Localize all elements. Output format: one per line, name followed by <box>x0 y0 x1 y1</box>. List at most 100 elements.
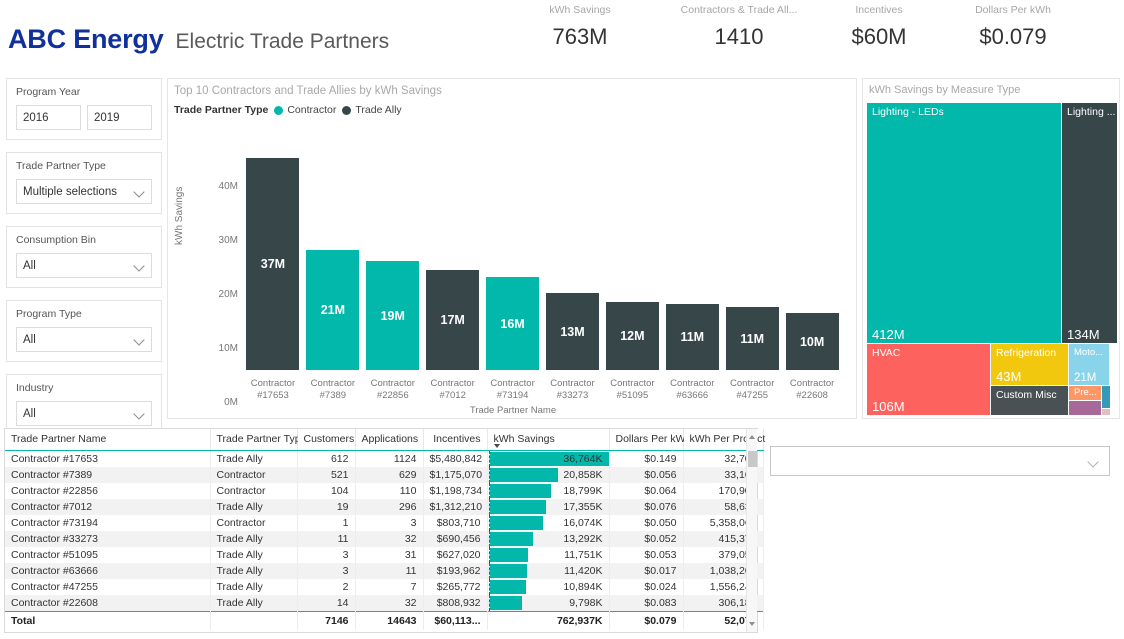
treemap-tile-other-a[interactable] <box>1069 401 1101 415</box>
treemap-tile-other-c[interactable] <box>1102 409 1110 415</box>
x-axis-title: Trade Partner Name <box>168 405 858 416</box>
table-row[interactable]: Contractor #17653 Trade Ally 612 1124 $5… <box>5 451 763 468</box>
y-tick-40m: 40M <box>188 181 238 192</box>
treemap-tile-label: HVAC <box>872 347 900 359</box>
treemap-title: kWh Savings by Measure Type <box>863 79 1119 96</box>
slicer-program-type[interactable]: Program Type All <box>6 300 162 362</box>
col-header-incentives[interactable]: Incentives <box>423 429 487 451</box>
legend-item-trade-ally[interactable]: Trade Ally <box>342 104 401 116</box>
industry-dropdown[interactable]: All <box>16 401 152 426</box>
program-year-from-input[interactable]: 2016 <box>16 105 81 130</box>
slicer-industry[interactable]: Industry All <box>6 374 162 436</box>
cell-name: Contractor #33273 <box>5 531 210 547</box>
scroll-down-arrow-icon[interactable] <box>749 622 755 626</box>
treemap-tile-value: 412M <box>872 327 905 342</box>
consumption-bin-dropdown[interactable]: All <box>16 253 152 278</box>
power-bi-report-page: ABC Energy Electric Trade Partners kWh S… <box>0 0 1124 639</box>
y-axis-title: kWh Savings <box>174 187 185 245</box>
col-header-applications[interactable]: Applications <box>355 429 423 451</box>
report-header: ABC Energy Electric Trade Partners kWh S… <box>0 0 1124 74</box>
table-row[interactable]: Contractor #73194 Contractor 1 3 $803,71… <box>5 515 763 531</box>
cell-dollars-per-kwh: $0.083 <box>609 595 683 612</box>
slicer-label: Program Year <box>16 86 152 98</box>
slicer-consumption-bin[interactable]: Consumption Bin All <box>6 226 162 288</box>
bar-item[interactable]: 11M <box>726 307 779 370</box>
slicer-trade-partner-type[interactable]: Trade Partner Type Multiple selections <box>6 152 162 214</box>
x-tick-label: Contractor#22608 <box>782 378 842 402</box>
x-tick-id: #22608 <box>796 390 828 401</box>
bar-item[interactable]: 17M <box>426 270 479 370</box>
cell-name: Contractor #47255 <box>5 579 210 595</box>
bar-item[interactable]: 19M <box>366 261 419 370</box>
cell-kwh-value: 36,764K <box>488 451 609 467</box>
bar-item[interactable]: 11M <box>666 304 719 370</box>
program-type-value: All <box>23 334 36 346</box>
y-tick-30m: 30M <box>188 235 238 246</box>
industry-value: All <box>23 408 36 420</box>
treemap-tile-process[interactable]: Pre... <box>1069 386 1101 400</box>
table-row[interactable]: Contractor #47255 Trade Ally 2 7 $265,77… <box>5 579 763 595</box>
kpi-card-incentives[interactable]: Incentives $60M <box>830 4 928 50</box>
cell-kwh-savings: 11,751K <box>487 547 609 563</box>
table-row[interactable]: Contractor #7389 Contractor 521 629 $1,1… <box>5 467 763 483</box>
treemap-tile-lighting-other[interactable]: Lighting ... 134M <box>1062 103 1117 343</box>
table-row[interactable]: Contractor #7012 Trade Ally 19 296 $1,31… <box>5 499 763 515</box>
table-row[interactable]: Contractor #22856 Contractor 104 110 $1,… <box>5 483 763 499</box>
bar-item[interactable]: 10M <box>786 313 839 370</box>
program-type-dropdown[interactable]: All <box>16 327 152 352</box>
col-header-kwh-savings[interactable]: kWh Savings <box>487 429 609 451</box>
cell-kwh-savings: 20,858K <box>487 467 609 483</box>
table-row[interactable]: Contractor #63666 Trade Ally 3 11 $193,9… <box>5 563 763 579</box>
scroll-up-arrow-icon[interactable] <box>749 435 755 439</box>
cell-type: Contractor <box>210 515 297 531</box>
bar-data-label: 17M <box>441 313 465 327</box>
col-header-customers[interactable]: Customers <box>297 429 355 451</box>
program-year-from-value: 2016 <box>23 112 49 124</box>
cell-applications: 3 <box>355 515 423 531</box>
bar-chart-legend[interactable]: Trade Partner Type Contractor Trade Ally <box>168 97 856 116</box>
y-tick-10m: 10M <box>188 343 238 354</box>
col-header-trade-partner-name[interactable]: Trade Partner Name <box>5 429 210 451</box>
cell-customers: 14 <box>297 595 355 612</box>
cell-type: Contractor <box>210 483 297 499</box>
table-row[interactable]: Contractor #51095 Trade Ally 3 31 $627,0… <box>5 547 763 563</box>
cell-name: Contractor #7389 <box>5 467 210 483</box>
cell-name: Contractor #7012 <box>5 499 210 515</box>
bar-item[interactable]: 21M <box>306 250 359 370</box>
treemap-tile-hvac[interactable]: HVAC 106M <box>867 344 990 415</box>
x-tick-id: #51095 <box>617 390 649 401</box>
cell-dollars-per-kwh: $0.053 <box>609 547 683 563</box>
table-row[interactable]: Contractor #33273 Trade Ally 11 32 $690,… <box>5 531 763 547</box>
kpi-card-kwh-savings[interactable]: kWh Savings 763M <box>524 4 636 50</box>
treemap-tile-lighting-leds[interactable]: Lighting - LEDs 412M <box>867 103 1061 343</box>
bar-item[interactable]: 12M <box>606 302 659 370</box>
treemap-tile-motors[interactable]: Moto... 21M <box>1069 344 1109 385</box>
data-table-visual[interactable]: Trade Partner Name Trade Partner Type Cu… <box>4 428 758 633</box>
treemap-visual[interactable]: kWh Savings by Measure Type Lighting - L… <box>862 78 1120 419</box>
treemap-tile-custom-misc[interactable]: Custom Misc <box>991 386 1068 415</box>
col-header-dollars-per-kwh[interactable]: Dollars Per kWh <box>609 429 683 451</box>
legend-title: Trade Partner Type <box>174 104 268 116</box>
treemap-tile-refrigeration[interactable]: Refrigeration 43M <box>991 344 1068 385</box>
bar-data-label: 11M <box>680 330 704 344</box>
legend-item-contractor[interactable]: Contractor <box>274 104 336 116</box>
col-header-trade-partner-type[interactable]: Trade Partner Type <box>210 429 297 451</box>
bottom-slicer-dropdown[interactable] <box>770 446 1110 476</box>
cell-type: Trade Ally <box>210 579 297 595</box>
x-tick-id: #33273 <box>557 390 589 401</box>
slicer-program-year[interactable]: Program Year 2016 2019 <box>6 78 162 140</box>
treemap-tile-value: 134M <box>1067 327 1100 342</box>
bar-item[interactable]: 13M <box>546 293 599 370</box>
program-year-to-input[interactable]: 2019 <box>87 105 152 130</box>
kpi-card-contractors-trade-allies[interactable]: Contractors & Trade All... 1410 <box>672 4 806 50</box>
table-vertical-scrollbar[interactable] <box>746 429 757 632</box>
cell-dollars-per-kwh: $0.017 <box>609 563 683 579</box>
table-row[interactable]: Contractor #22608 Trade Ally 14 32 $808,… <box>5 595 763 612</box>
bar-chart-visual[interactable]: Top 10 Contractors and Trade Allies by k… <box>167 78 857 419</box>
bar-item[interactable]: 16M <box>486 277 539 370</box>
kpi-card-dollars-per-kwh[interactable]: Dollars Per kWh $0.079 <box>950 4 1076 50</box>
trade-partner-type-dropdown[interactable]: Multiple selections <box>16 179 152 204</box>
treemap-tile-other-b[interactable] <box>1102 386 1110 408</box>
scrollbar-thumb[interactable] <box>748 451 757 467</box>
bar-item[interactable]: 37M <box>246 158 299 370</box>
